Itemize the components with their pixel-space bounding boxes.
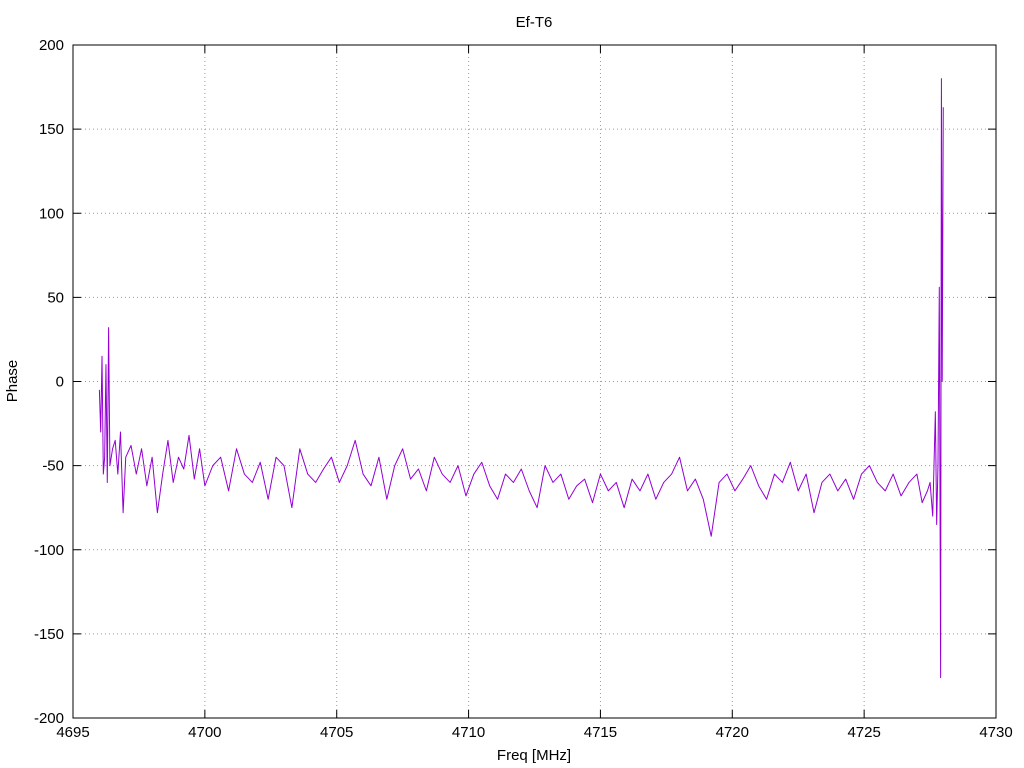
- x-tick-label: 4705: [320, 724, 353, 741]
- x-tick-label: 4710: [452, 724, 485, 741]
- y-tick-label: 100: [39, 205, 64, 222]
- x-tick-label: 4720: [716, 724, 749, 741]
- x-axis-label: Freq [MHz]: [497, 747, 571, 764]
- y-tick-label: 150: [39, 121, 64, 138]
- x-tick-label: 4730: [979, 724, 1012, 741]
- y-axis-label: Phase: [4, 360, 21, 403]
- chart-background: [0, 0, 1024, 768]
- y-tick-label: 0: [56, 374, 64, 391]
- y-tick-label: 200: [39, 37, 64, 54]
- y-tick-label: 50: [47, 289, 64, 306]
- y-tick-label: -200: [34, 710, 64, 727]
- y-tick-label: -100: [34, 542, 64, 559]
- y-tick-label: -50: [42, 458, 64, 475]
- phase-chart: 4695 4700 4705 4710 4715 4720 4725 4730 -200-15…: [0, 0, 1024, 768]
- chart-title: Ef-T6: [516, 14, 553, 31]
- x-tick-label: 4715: [584, 724, 617, 741]
- x-tick-label: 4700: [188, 724, 221, 741]
- y-tick-label: -150: [34, 626, 64, 643]
- x-tick-label: 4725: [847, 724, 880, 741]
